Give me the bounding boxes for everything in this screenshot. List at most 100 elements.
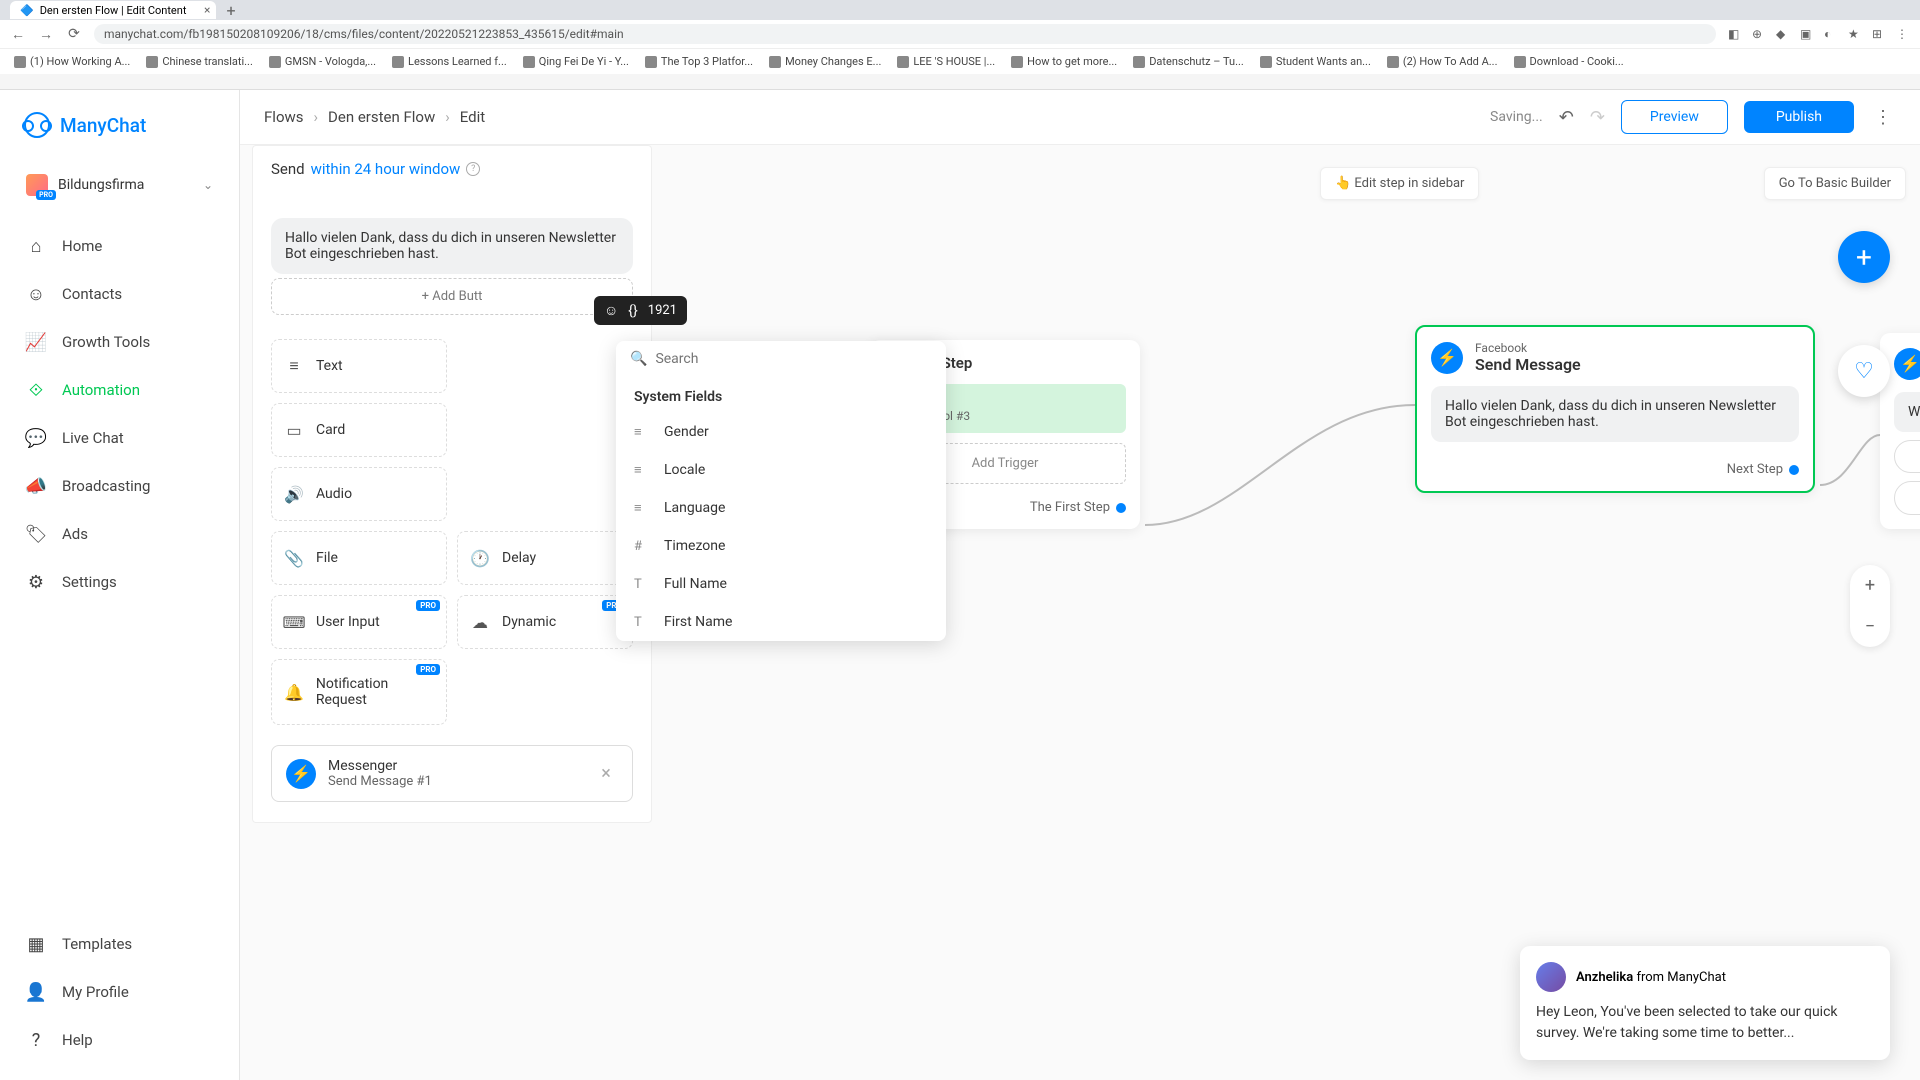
pro-badge: PRO (416, 600, 440, 611)
bookmark-item[interactable]: Download - Cooki... (1514, 55, 1624, 68)
home-icon: ⌂ (26, 236, 46, 256)
node-title: Send Message (1475, 355, 1581, 374)
ext-icon[interactable]: ⋮ (1896, 27, 1910, 41)
connector-dot[interactable] (1789, 465, 1799, 475)
ext-icon[interactable]: ◧ (1728, 27, 1742, 41)
zoom-out-button[interactable]: − (1855, 606, 1885, 647)
search-input[interactable] (655, 351, 932, 367)
nav-help[interactable]: ?Help (0, 1016, 239, 1064)
ext-icon[interactable]: ⊞ (1872, 27, 1886, 41)
field-timezone[interactable]: #Timezone (616, 527, 946, 565)
forward-button[interactable]: → (38, 26, 54, 42)
content-file[interactable]: 📎File (271, 531, 447, 585)
nav-growth-tools[interactable]: 📈Growth Tools (0, 318, 239, 366)
content-card[interactable]: ▭Card (271, 403, 447, 457)
content-user-input[interactable]: ⌨User InputPRO (271, 595, 447, 649)
nav-contacts[interactable]: ☺Contacts (0, 270, 239, 318)
nav-settings[interactable]: ⚙Settings (0, 558, 239, 606)
basic-builder-button[interactable]: Go To Basic Builder (1764, 167, 1906, 200)
send-window-link[interactable]: within 24 hour window (311, 160, 461, 178)
add-step-fab[interactable]: + (1838, 231, 1890, 283)
send-message-node[interactable]: ⚡ Facebook Send Message Hallo vielen Dan… (1415, 325, 1815, 493)
nav-templates[interactable]: ▦Templates (0, 920, 239, 968)
ext-icon[interactable]: ★ (1848, 27, 1862, 41)
bookmark-item[interactable]: Qing Fei De Yi - Y... (523, 55, 629, 68)
reload-button[interactable]: ⟳ (66, 26, 82, 42)
nav-broadcasting[interactable]: 📣Broadcasting (0, 462, 239, 510)
new-tab-button[interactable]: + (226, 1, 235, 20)
field-full-name[interactable]: TFull Name (616, 565, 946, 603)
bookmark-item[interactable]: LEE 'S HOUSE |... (897, 55, 995, 68)
field-gender[interactable]: ≡Gender (616, 413, 946, 451)
content-type-grid: ≡Text ▭Card 🔊Audio 📎File 🕐Delay ⌨User In… (253, 335, 651, 729)
zoom-controls: + − (1850, 565, 1890, 647)
bookmark-item[interactable]: Datenschutz – Tu... (1133, 55, 1244, 68)
content-dynamic[interactable]: ☁DynamicPRO (457, 595, 633, 649)
breadcrumb-item[interactable]: Flows (264, 108, 304, 126)
variable-icon[interactable]: {} (628, 303, 637, 319)
text-icon: T (634, 615, 650, 630)
nav-ads[interactable]: 🏷Ads (0, 510, 239, 558)
cloud-icon: ☁ (470, 612, 490, 632)
preview-button[interactable]: Preview (1621, 100, 1728, 134)
zoom-in-button[interactable]: + (1855, 565, 1885, 606)
nav-automation[interactable]: ⟐Automation (0, 366, 239, 414)
bookmark-item[interactable]: Chinese translati... (146, 55, 253, 68)
text-icon: T (634, 577, 650, 592)
flow-canvas[interactable]: Send within 24 hour window ? Hallo viele… (240, 145, 1920, 1080)
url-input[interactable]: manychat.com/fb198150208109206/18/cms/fi… (94, 24, 1716, 44)
support-chat-widget[interactable]: Anzhelika from ManyChat Hey Leon, You've… (1520, 946, 1890, 1060)
emoji-icon[interactable]: ☺ (604, 302, 618, 319)
bookmark-item[interactable]: Lessons Learned f... (392, 55, 507, 68)
nav-profile[interactable]: 👤My Profile (0, 968, 239, 1016)
ext-icon[interactable]: ◆ (1776, 27, 1790, 41)
topbar: Flows › Den ersten Flow › Edit Saving...… (240, 90, 1920, 145)
add-button-row[interactable]: + Add Butt (271, 278, 633, 315)
back-button[interactable]: ← (10, 26, 26, 42)
bookmark-item[interactable]: (1) How Working A... (14, 55, 130, 68)
quick-reply[interactable]: Mir geht's gut (1894, 440, 1920, 473)
main-nav: ⌂Home ☺Contacts 📈Growth Tools ⟐Automatio… (0, 222, 239, 920)
connector-dot[interactable] (1116, 503, 1126, 513)
content-notification[interactable]: 🔔Notification RequestPRO (271, 659, 447, 725)
address-bar: ← → ⟳ manychat.com/fb198150208109206/18/… (0, 20, 1920, 48)
close-icon[interactable]: × (204, 3, 210, 17)
bookmark-item[interactable]: (2) How To Add A... (1387, 55, 1498, 68)
saving-status: Saving... (1490, 109, 1543, 125)
nav-bottom: ▦Templates 👤My Profile ?Help (0, 920, 239, 1064)
ext-icon[interactable]: ⊕ (1752, 27, 1766, 41)
field-language[interactable]: ≡Language (616, 489, 946, 527)
bookmark-item[interactable]: Money Changes E... (769, 55, 881, 68)
message-input[interactable]: Hallo vielen Dank, dass du dich in unser… (271, 218, 633, 274)
content-delay[interactable]: 🕐Delay (457, 531, 633, 585)
next-step-card[interactable]: ⚡ Messenger Send Message #1 × (271, 745, 633, 802)
input-icon: ⌨ (284, 612, 304, 632)
bookmark-item[interactable]: How to get more... (1011, 55, 1117, 68)
bookmark-item[interactable]: The Top 3 Platfor... (645, 55, 753, 68)
field-first-name[interactable]: TFirst Name (616, 603, 946, 641)
breadcrumb-item[interactable]: Den ersten Flow (328, 108, 435, 126)
nav-home[interactable]: ⌂Home (0, 222, 239, 270)
bookmark-item[interactable]: Student Wants an... (1260, 55, 1371, 68)
content-audio[interactable]: 🔊Audio (271, 467, 447, 521)
field-locale[interactable]: ≡Locale (616, 451, 946, 489)
favorite-fab[interactable]: ♡ (1838, 345, 1890, 397)
nav-live-chat[interactable]: 💬Live Chat (0, 414, 239, 462)
quick-reply[interactable]: Mir geht's gut✨ (1894, 481, 1920, 515)
info-icon[interactable]: ? (466, 162, 480, 176)
browser-tab[interactable]: 🔷 Den ersten Flow | Edit Content × (10, 1, 216, 19)
bookmark-item[interactable]: GMSN - Vologda,... (269, 55, 376, 68)
undo-button[interactable]: ↶ (1559, 107, 1574, 128)
content-text[interactable]: ≡Text (271, 339, 447, 393)
char-count: 1921 (648, 303, 677, 318)
more-button[interactable]: ⋮ (1870, 103, 1896, 132)
extension-icons: ◧ ⊕ ◆ ▣ ◐ ★ ⊞ ⋮ (1728, 27, 1910, 41)
ext-icon[interactable]: ▣ (1800, 27, 1814, 41)
remove-next-button[interactable]: × (594, 762, 618, 786)
sidebar: ManyChat PRO Bildungsfirma ⌄ ⌂Home ☺Cont… (0, 90, 240, 1080)
publish-button[interactable]: Publish (1744, 101, 1854, 133)
ext-icon[interactable]: ◐ (1824, 27, 1838, 41)
logo[interactable]: ManyChat (0, 106, 239, 158)
workspace-selector[interactable]: PRO Bildungsfirma ⌄ (16, 168, 223, 202)
edit-in-sidebar-button[interactable]: 👆 Edit step in sidebar (1320, 167, 1479, 200)
